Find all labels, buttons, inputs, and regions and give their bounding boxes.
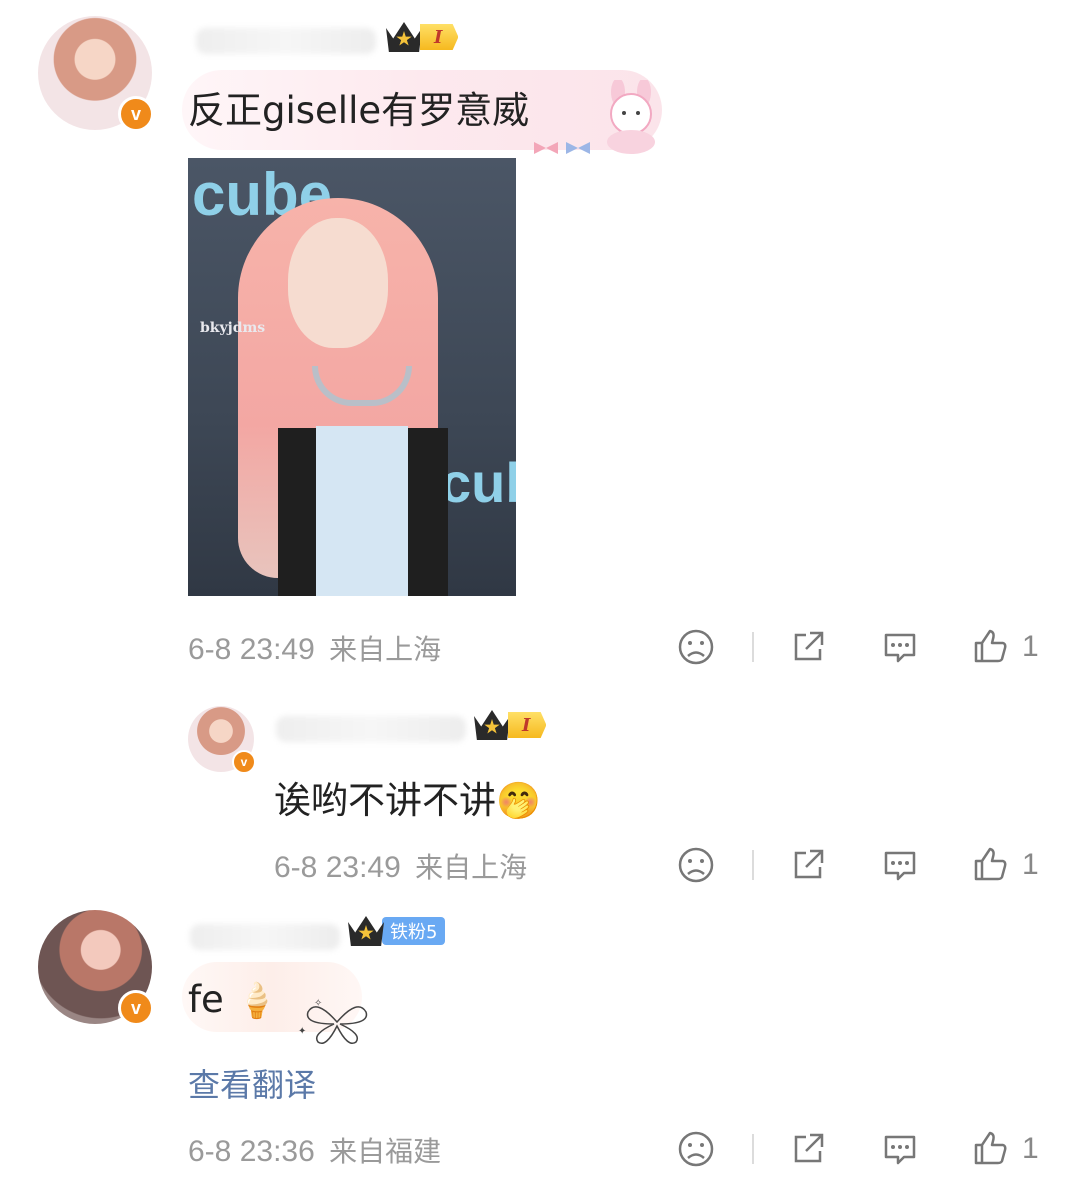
username[interactable] [190,924,340,950]
crown-icon [348,916,384,946]
comment-location: 来自上海 [329,633,442,666]
thumb-up-icon[interactable] [970,1129,1010,1169]
verified-v-icon: v [232,750,256,774]
comment-icon[interactable] [880,1129,920,1169]
username[interactable] [276,716,466,742]
share-icon[interactable] [788,845,828,885]
comment-actions: 1 [676,1126,1046,1172]
emoji: 🍦 [235,981,278,1021]
share-icon[interactable] [788,1129,828,1169]
comment-meta: 6-8 23:36 来自福建 [188,1130,441,1170]
comment-meta: 6-8 23:49 来自上海 [188,628,441,668]
comment-actions: 1 [676,624,1046,670]
comment-text: fe 🍦 [188,978,278,1021]
comment-location: 来自福建 [329,1135,442,1168]
thumb-up-icon[interactable] [970,845,1010,885]
share-icon[interactable] [788,627,828,667]
bow-decoration-icon [534,142,590,154]
like-count: 1 [1022,848,1039,881]
level-badge[interactable]: I [386,22,459,52]
sad-face-icon[interactable] [676,627,716,667]
sad-face-icon[interactable] [676,845,716,885]
comment-image[interactable]: cube cub bkyjdms [188,158,516,596]
comment-actions: 1 [676,842,1046,888]
comment-time: 6-8 23:36 [188,1135,315,1168]
face [288,218,388,348]
username[interactable] [196,28,376,54]
emoji: 🤭 [496,781,541,822]
dress-panel [316,426,408,596]
comment-time: 6-8 23:49 [274,851,401,884]
divider [752,632,754,662]
like-count: 1 [1022,630,1039,663]
comment-time: 6-8 23:49 [188,633,315,666]
watermark: bkyjdms [200,320,266,336]
comment-location: 来自上海 [415,851,528,884]
sad-face-icon[interactable] [676,1129,716,1169]
comment-text: 反正giselle有罗意威 [188,89,530,132]
level-badge[interactable]: I [474,710,547,740]
svg-text:✦: ✦ [298,1026,306,1037]
bunny-sticker-icon [607,80,655,154]
thumb-up-icon[interactable] [970,627,1010,667]
svg-text:✧: ✧ [314,998,322,1009]
divider [752,850,754,880]
verified-v-icon: v [118,990,154,1026]
crown-icon [386,22,422,52]
divider [752,1134,754,1164]
comment-text: 诶哟不讲不讲🤭 [274,779,541,822]
translate-link[interactable]: 查看翻译 [188,1060,316,1106]
butterfly-decoration-icon: ✦✧ [298,998,368,1044]
like-count: 1 [1022,1132,1039,1165]
fan-badge[interactable]: 铁粉5 [348,916,446,946]
crown-icon [474,710,510,740]
cube-logo-lower: cub [440,451,516,514]
comment-icon[interactable] [880,845,920,885]
verified-v-icon: v [118,96,154,132]
comment-meta: 6-8 23:49 来自上海 [274,846,527,886]
comment-icon[interactable] [880,627,920,667]
